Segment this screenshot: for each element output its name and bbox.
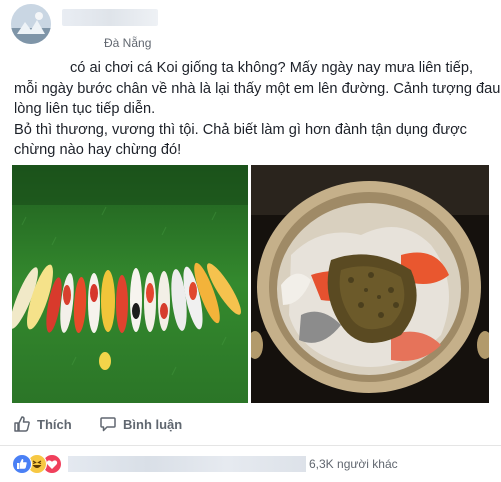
like-reaction-icon xyxy=(12,454,32,474)
author-avatar[interactable] xyxy=(11,4,51,44)
post-card: Đà Nẵng có ai chơi cá Koi giống ta không… xyxy=(0,0,501,482)
post-text-line: mỗi ngày bước chân về nhà là lại thấy mộ… xyxy=(14,80,501,97)
post-text-line: lòng liên tục tiếp diễn. xyxy=(14,101,156,117)
comment-button[interactable]: Bình luận xyxy=(99,412,182,436)
like-button[interactable]: Thích xyxy=(13,412,72,436)
photo-fish-in-pot[interactable] xyxy=(251,165,489,403)
comment-icon xyxy=(100,417,116,432)
actions-divider xyxy=(0,445,501,446)
post-text: có ai chơi cá Koi giống ta không? Mấy ng… xyxy=(14,58,501,161)
post-text-line: chừng nào hay chừng đó! xyxy=(14,142,182,158)
thumbs-up-icon xyxy=(14,416,30,432)
reaction-count: 6,3K người khác xyxy=(309,457,398,471)
author-name-blurred[interactable] xyxy=(62,9,158,26)
post-location[interactable]: Đà Nẵng xyxy=(104,36,151,50)
reactor-names-blurred xyxy=(68,456,306,472)
like-button-label: Thích xyxy=(37,416,72,432)
reactions-summary[interactable]: 6,3K người khác xyxy=(12,454,492,474)
post-text-line: Bỏ thì thương, vương thì tội. Chả biết l… xyxy=(14,121,467,138)
photo-koi-on-grass[interactable] xyxy=(12,165,248,403)
post-actions: Thích Bình luận xyxy=(0,408,501,440)
comment-button-label: Bình luận xyxy=(123,416,183,432)
post-text-line: có ai chơi cá Koi giống ta không? Mấy ng… xyxy=(70,60,474,76)
